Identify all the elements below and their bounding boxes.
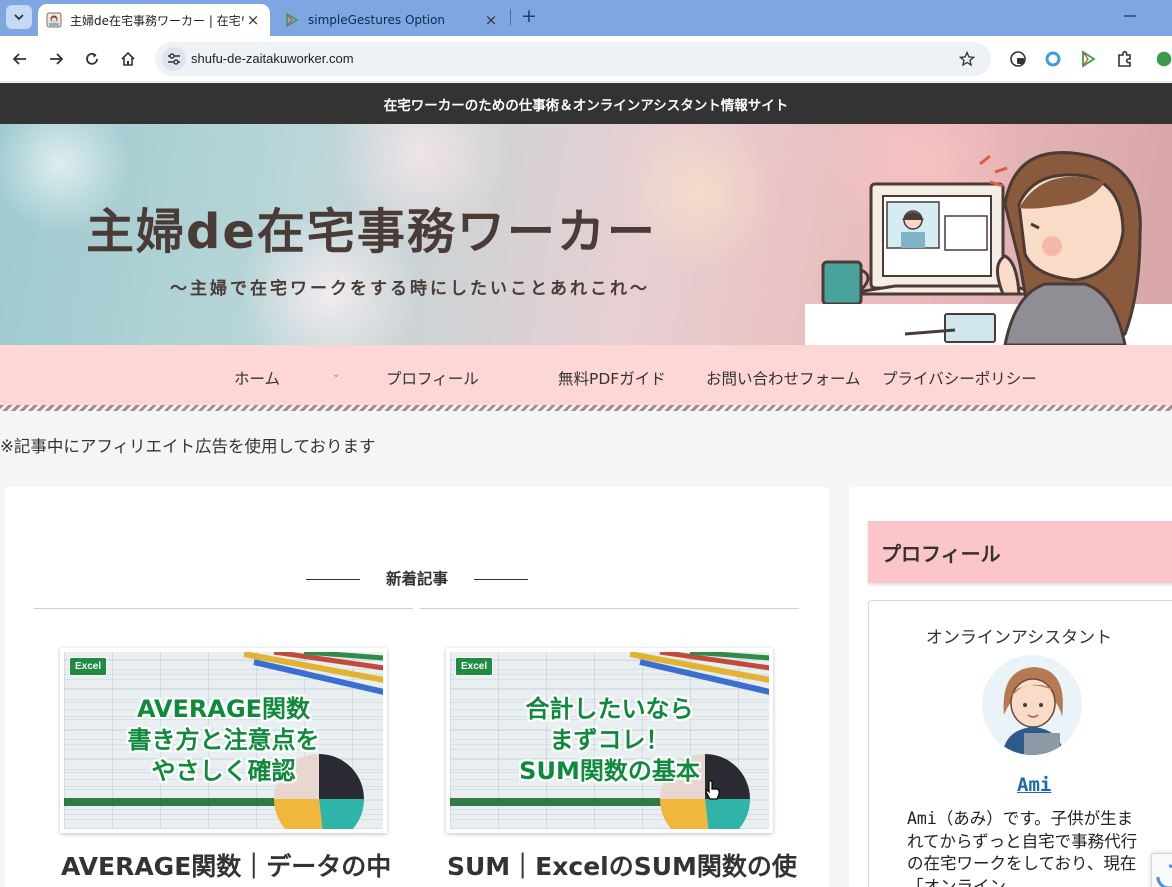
sidebar: プロフィール オンラインアシスタント Ami Ami（あみ）です。子供が生まれて…	[849, 487, 1172, 887]
site-tagline: 〜主婦で在宅ワークをする時にしたいことあれこれ〜	[170, 279, 650, 299]
profile-avatar-illustration	[982, 655, 1082, 755]
hand-pointer-icon	[705, 780, 720, 800]
pens-image	[629, 652, 769, 695]
site-title[interactable]: 主婦de在宅事務ワーカー	[86, 192, 657, 262]
reload-button[interactable]	[80, 47, 104, 71]
caption-line: まずコレ！	[549, 726, 670, 754]
category-badge[interactable]: Excel	[69, 657, 108, 676]
address-bar[interactable]: shufu-de-zaitakuworker.com	[155, 42, 991, 76]
caption-line: SUM関数の基本	[519, 757, 700, 785]
reload-icon	[86, 52, 98, 65]
home-button[interactable]	[116, 47, 140, 71]
browser-toolbar: shufu-de-zaitakuworker.com	[0, 36, 1172, 82]
bookmark-star-button[interactable]	[955, 47, 979, 71]
category-badge[interactable]: Excel	[455, 657, 494, 676]
site-description-bar: 在宅ワーカーのための仕事術＆オンラインアシスタント情報サイト	[0, 83, 1172, 124]
extensions-menu-button[interactable]	[1113, 47, 1137, 71]
avatar	[982, 655, 1082, 755]
profile-name-link[interactable]: Ami	[1017, 774, 1051, 796]
site-info-button[interactable]	[162, 47, 186, 71]
tab-title: simpleGestures Option	[308, 13, 446, 27]
pens-image	[243, 652, 383, 695]
profile-bio: Ami（あみ）です。子供が生まれてからずっと自宅で事務代行の在宅ワークをしており…	[907, 809, 1138, 887]
recaptcha-icon	[1156, 864, 1172, 887]
arrow-left-icon	[12, 53, 26, 65]
close-icon[interactable]: ×	[244, 11, 262, 29]
web-page: 在宅ワーカーのための仕事術＆オンラインアシスタント情報サイト 主婦de在宅事務ワ…	[0, 83, 1172, 887]
article-card[interactable]: Excel 合計したいなら まずコレ！ SUM関数の基本	[446, 648, 773, 833]
url-text[interactable]: shufu-de-zaitakuworker.com	[191, 51, 354, 66]
caption-line: 合計したいなら	[525, 695, 694, 723]
avatar-icon	[1156, 51, 1172, 67]
nav-item-home[interactable]: ホーム	[234, 367, 280, 389]
nav-item-privacy[interactable]: プライバシーポリシー	[882, 367, 1037, 389]
lock-shield-icon	[1010, 51, 1026, 67]
divider	[420, 608, 799, 609]
woman-working-illustration	[805, 151, 1172, 345]
profile-role: オンラインアシスタント	[925, 628, 1113, 648]
section-heading: 新着記事	[385, 570, 448, 588]
arrow-right-icon	[50, 53, 64, 65]
profile-button[interactable]	[1156, 47, 1172, 71]
sidebar-heading: プロフィール	[868, 521, 1172, 583]
affiliate-notice: ※記事中にアフィリエイト広告を使用しております	[0, 437, 376, 456]
article-card[interactable]: Excel AVERAGE関数 書き方と注意点を やさしく確認	[60, 648, 387, 833]
play-icon	[1082, 50, 1096, 68]
tab-title: 主婦de在宅事務ワーカー | 在宅ワ	[70, 13, 244, 28]
extension-button[interactable]	[1076, 47, 1100, 71]
caption-line: AVERAGE関数	[136, 695, 311, 723]
heading-rule	[474, 579, 528, 580]
article-title[interactable]: SUM｜ExcelのSUM関数の使	[447, 847, 797, 883]
thumbnail-caption: 合計したいなら まずコレ！ SUM関数の基本	[450, 694, 769, 787]
new-tab-button[interactable]: +	[518, 6, 540, 28]
main-navigation: ホーム ⌄ プロフィール 無料PDFガイド お問い合わせフォーム プライバシーポ…	[0, 345, 1172, 409]
site-favicon-icon	[46, 12, 62, 28]
divider	[34, 608, 413, 609]
minimize-icon[interactable]	[1118, 6, 1142, 26]
forward-button[interactable]	[44, 47, 68, 71]
thumbnail-caption: AVERAGE関数 書き方と注意点を やさしく確認	[64, 694, 383, 787]
nav-item-contact[interactable]: お問い合わせフォーム	[706, 367, 861, 389]
article-title[interactable]: AVERAGE関数｜データの中	[61, 847, 391, 883]
play-icon	[286, 12, 299, 28]
nav-item-pdf-guide[interactable]: 無料PDFガイド	[558, 367, 666, 389]
spreadsheet-header-band	[450, 798, 670, 806]
article-thumbnail[interactable]: Excel 合計したいなら まずコレ！ SUM関数の基本	[450, 652, 769, 829]
close-icon[interactable]: ×	[482, 11, 500, 29]
extension-button[interactable]	[1006, 47, 1030, 71]
site-header-banner[interactable]: 主婦de在宅事務ワーカー 〜主婦で在宅ワークをする時にしたいことあれこれ〜	[0, 124, 1172, 345]
chevron-down-icon[interactable]: ⌄	[332, 369, 340, 380]
article-thumbnail[interactable]: Excel AVERAGE関数 書き方と注意点を やさしく確認	[64, 652, 383, 829]
profile-widget: オンラインアシスタント Ami Ami（あみ）です。子供が生まれてからずっと自宅…	[868, 600, 1172, 887]
spreadsheet-header-band	[64, 798, 284, 806]
tab-active[interactable]: 主婦de在宅事務ワーカー | 在宅ワ ×	[38, 4, 270, 36]
tab-strip: 主婦de在宅事務ワーカー | 在宅ワ × simpleGestures Opti…	[0, 0, 1172, 36]
main-content: 新着記事 Excel AVERAGE関数 書き方と注意点を やさしく確認 AVE…	[5, 487, 829, 887]
chevron-down-icon	[14, 14, 24, 21]
tune-icon	[168, 53, 180, 65]
caption-line: 書き方と注意点を	[127, 726, 320, 754]
puzzle-icon	[1118, 50, 1131, 67]
extension-button[interactable]	[1041, 47, 1065, 71]
star-icon	[959, 51, 975, 67]
ring-icon	[1045, 51, 1061, 67]
caption-line: やさしく確認	[151, 757, 296, 785]
home-icon	[121, 51, 135, 66]
nav-item-profile[interactable]: プロフィール	[386, 367, 479, 389]
tab-search-button[interactable]	[6, 5, 32, 29]
recaptcha-badge[interactable]	[1151, 853, 1172, 887]
nav-divider	[0, 405, 1172, 411]
tab-separator	[510, 9, 511, 25]
back-button[interactable]	[8, 47, 32, 71]
tab-inactive[interactable]: simpleGestures Option ×	[276, 4, 508, 36]
